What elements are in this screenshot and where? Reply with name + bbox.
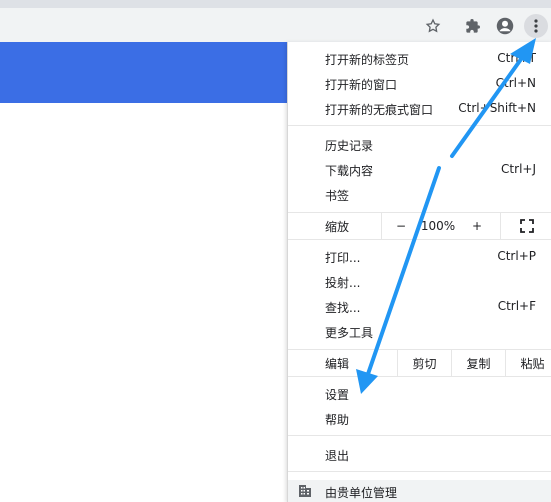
annotation-arrow-line (450, 53, 526, 158)
annotation-arrow-line (366, 166, 441, 376)
annotation-arrowhead (510, 38, 536, 64)
annotation-arrows (356, 38, 536, 394)
annotation-arrowhead (356, 369, 378, 394)
